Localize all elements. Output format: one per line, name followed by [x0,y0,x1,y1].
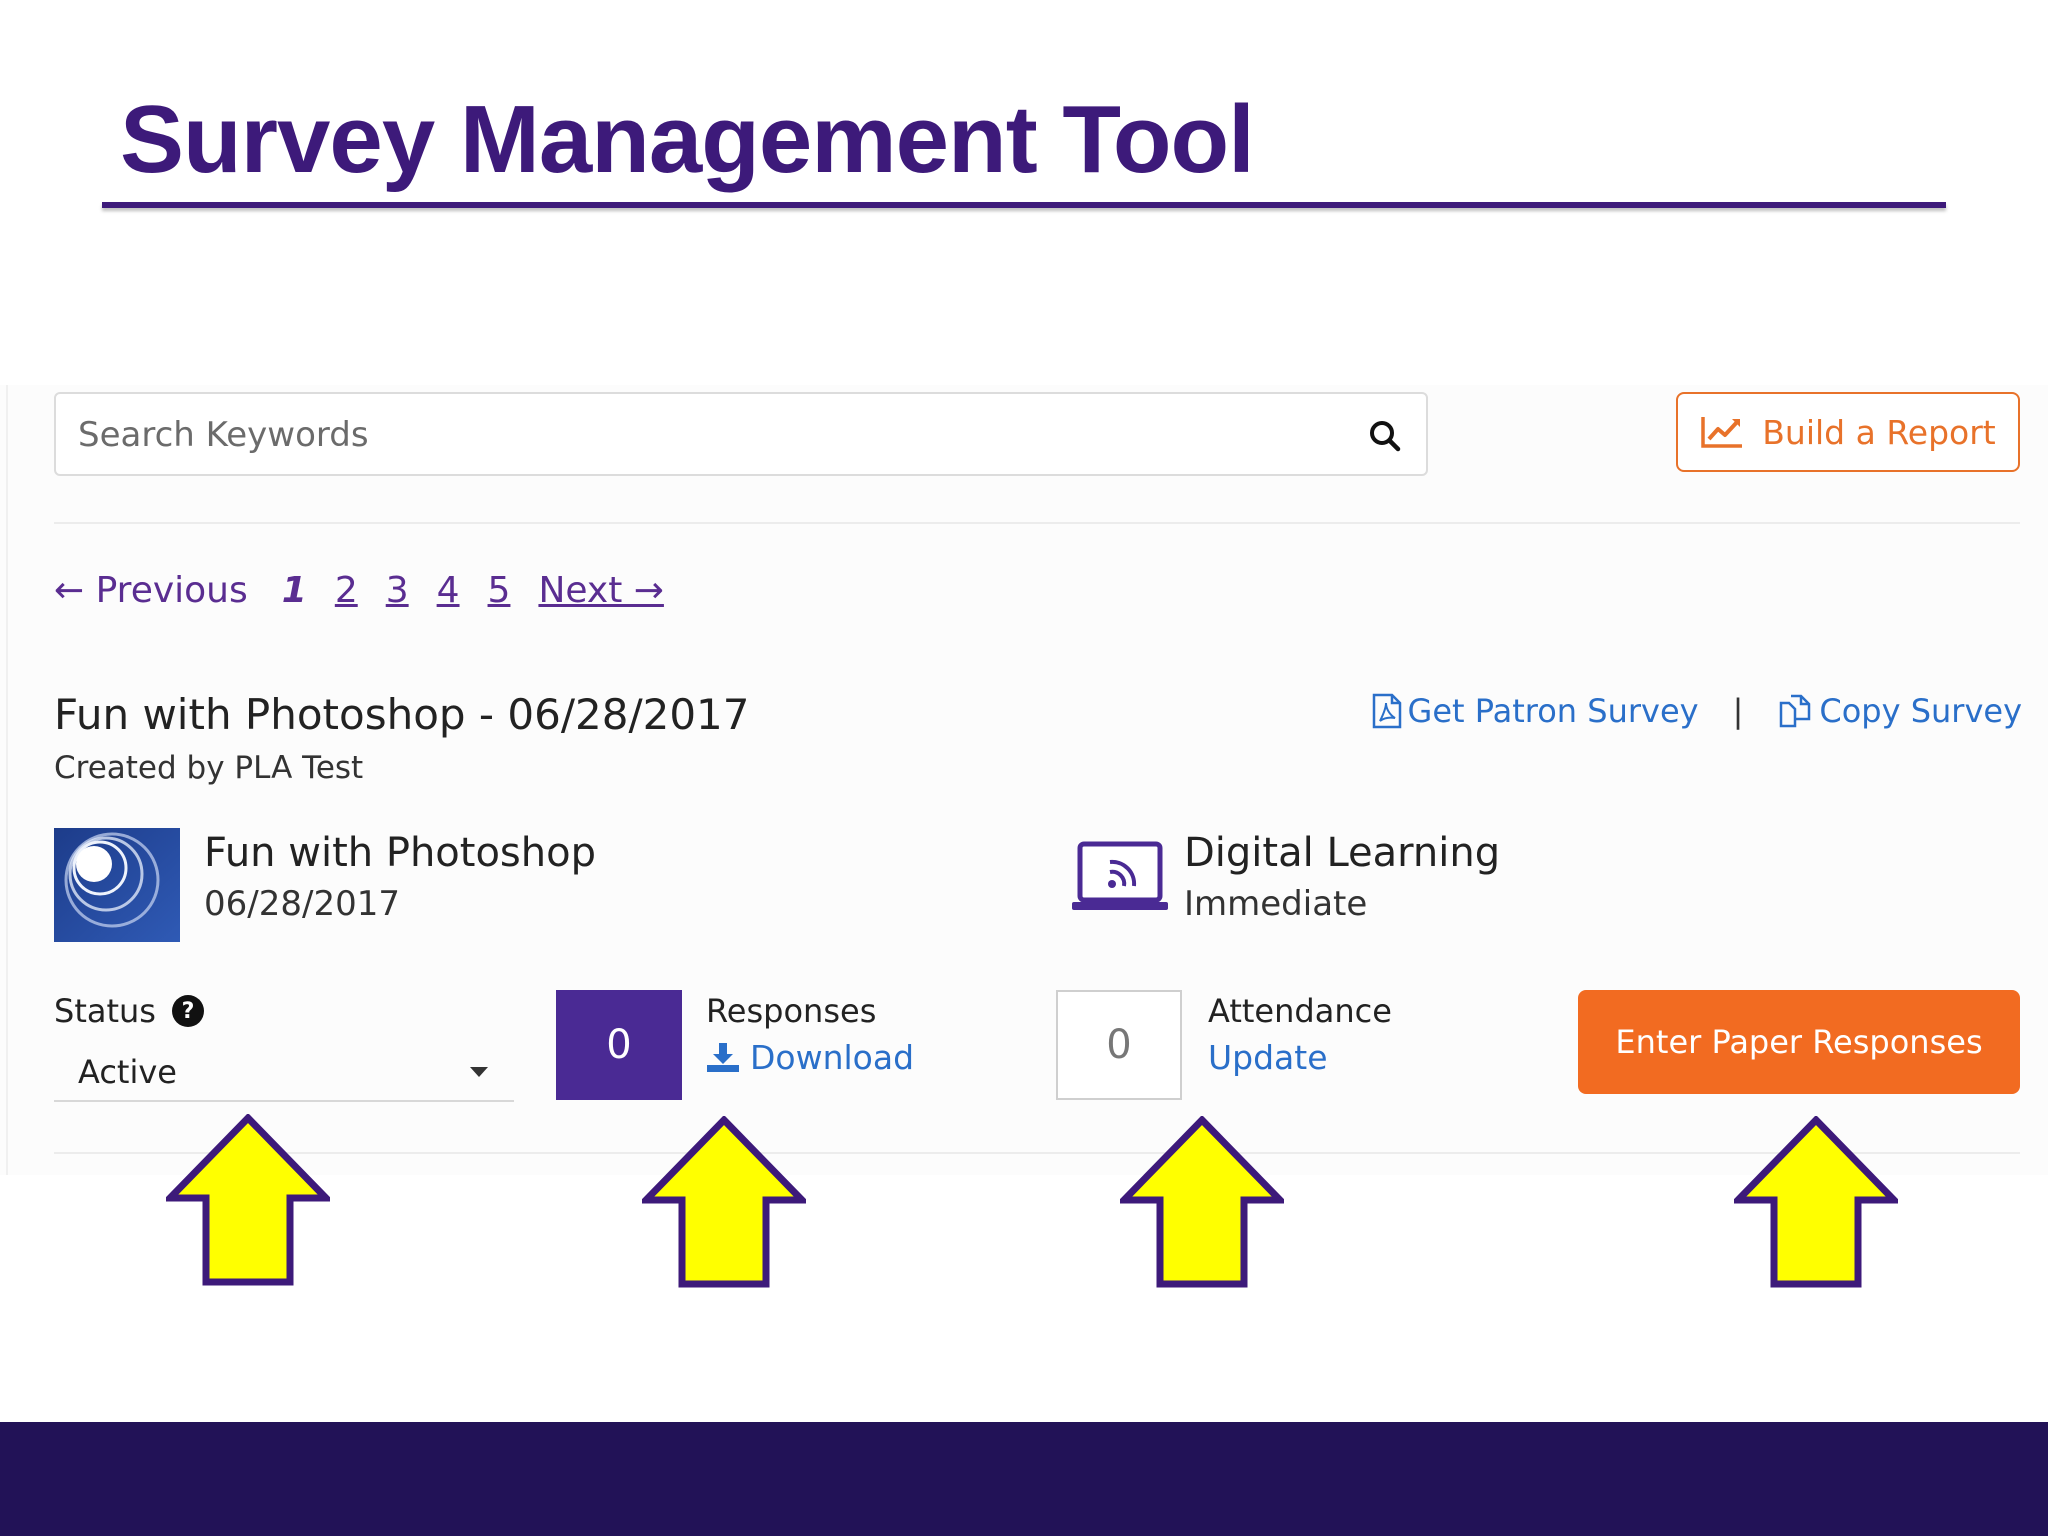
get-patron-survey-label: Get Patron Survey [1407,692,1699,730]
pagination: ← Previous 1 2 3 4 5 Next → [54,560,692,620]
footer-band [0,1422,2048,1536]
responses-label: Responses [706,992,877,1030]
build-report-button[interactable]: Build a Report [1676,392,2020,472]
link-separator: | [1732,692,1744,730]
line-chart-icon [1701,417,1743,448]
pdf-file-icon [1372,693,1401,729]
attendance-label: Attendance [1208,992,1392,1030]
event-name: Fun with Photoshop [204,830,596,876]
search-input[interactable] [76,408,1330,462]
page-link-2[interactable]: 2 [335,570,358,611]
title-underline [102,202,1946,208]
toolbar-divider [54,522,2020,524]
slide-title: Survey Management Tool [120,86,1255,193]
download-link[interactable]: Download [706,1038,914,1077]
page-link-1[interactable]: 1 [282,570,307,611]
download-icon [707,1042,739,1072]
search-icon[interactable] [1367,418,1403,454]
help-icon[interactable]: ? [171,995,204,1027]
download-label: Download [750,1038,915,1077]
survey-divider [54,1152,2020,1154]
status-label-text: Status [54,992,156,1030]
status-value: Active [78,1053,177,1091]
event-date: 06/28/2017 [204,884,400,924]
status-label: Status ? [54,992,204,1030]
screenshot-left-edge [6,385,8,1175]
chevron-down-icon [470,1067,488,1077]
copy-survey-label: Copy Survey [1819,692,2022,730]
category-name: Digital Learning [1184,830,1501,876]
page-link-5[interactable]: 5 [488,570,511,611]
up-arrow-icon [642,1116,806,1288]
previous-page-link[interactable]: ← Previous [54,570,248,611]
up-arrow-icon [1734,1116,1898,1288]
laptop-broadcast-icon [1072,841,1168,910]
survey-actions: Get Patron Survey | Copy Survey [1372,692,2022,730]
get-patron-survey-link[interactable]: Get Patron Survey [1372,692,1699,730]
build-report-label: Build a Report [1762,412,1996,452]
up-arrow-icon [1120,1116,1284,1288]
search-box [54,392,1428,476]
status-dropdown[interactable]: Active [54,1044,514,1102]
next-page-link[interactable]: Next → [538,570,663,611]
copy-survey-link[interactable]: Copy Survey [1777,692,2022,730]
page-link-4[interactable]: 4 [437,570,460,611]
page-link-3[interactable]: 3 [386,570,409,611]
enter-paper-responses-button[interactable]: Enter Paper Responses [1578,990,2020,1094]
category-timing: Immediate [1184,884,1368,924]
copy-icon [1780,694,1811,728]
attendance-count: 0 [1056,990,1182,1100]
created-by-text: Created by PLA Test [54,750,364,786]
event-thumbnail [54,828,180,942]
responses-count: 0 [556,990,682,1100]
up-arrow-icon [166,1114,330,1286]
survey-title: Fun with Photoshop - 06/28/2017 [54,690,750,739]
attendance-update-link[interactable]: Update [1208,1038,1328,1077]
